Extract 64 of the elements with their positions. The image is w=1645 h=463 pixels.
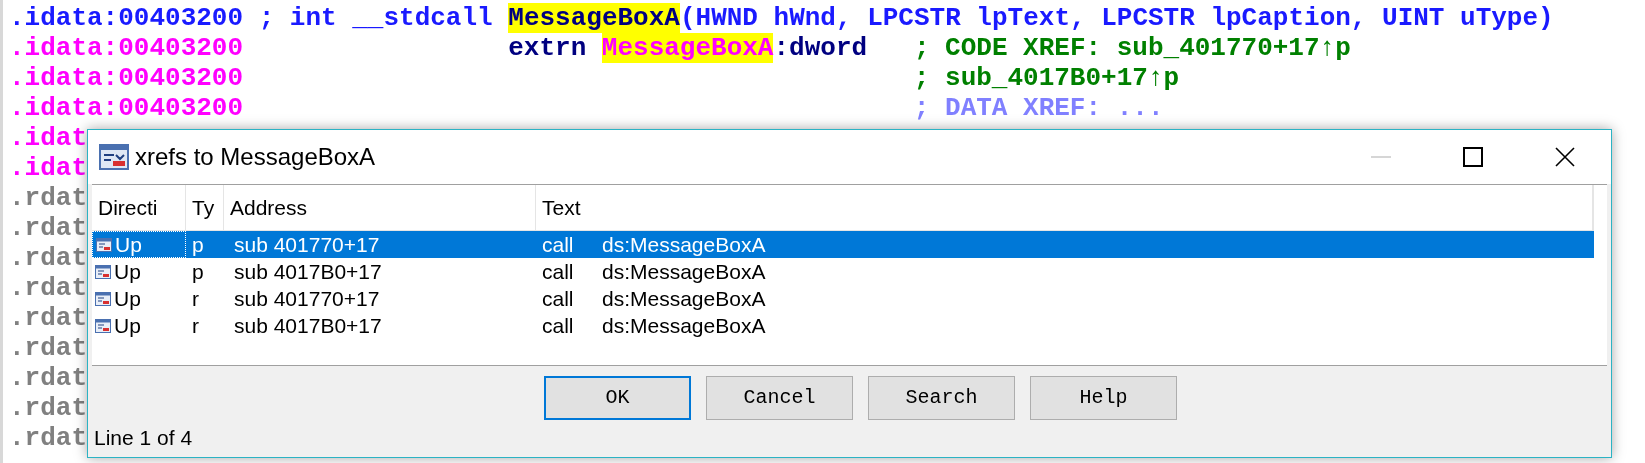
column-header[interactable]: Ty — [192, 191, 215, 224]
direction-text: Up — [114, 312, 141, 339]
address-text: sub 4017B0+17 — [234, 258, 382, 285]
code-text: (HWND hWnd, LPCSTR lpText, LPCSTR lpCaption, UINT uType) — [679, 3, 1554, 33]
cross-reference-icon — [95, 291, 111, 306]
operand-text: ds:MessageBoxA — [602, 258, 766, 285]
xref-row[interactable]: Up r sub 4017B0+17 call ds:MessageBoxA — [92, 312, 1594, 339]
function-name: MessageBoxA — [508, 3, 680, 33]
close-icon[interactable] — [1555, 147, 1575, 167]
cross-reference-icon — [96, 237, 112, 252]
instruction-text: call — [542, 231, 574, 258]
address-text: sub 4017B0+17 — [234, 312, 382, 339]
operand-text: :dword — [773, 33, 868, 63]
type-text: r — [192, 285, 199, 312]
address-text: sub 401770+17 — [234, 231, 380, 258]
instruction-text: call — [542, 258, 574, 285]
address-text: .idat — [9, 123, 87, 153]
cross-reference-icon — [95, 264, 111, 279]
dialog-button[interactable]: Cancel — [706, 376, 853, 420]
column-header[interactable]: Directi — [98, 191, 158, 224]
address-text: .rdat — [9, 273, 87, 303]
address-text: .rdat — [9, 183, 87, 213]
dialog-button[interactable]: Search — [868, 376, 1015, 420]
code-text: ; int __stdcall — [258, 3, 493, 33]
maximize-icon[interactable] — [1463, 147, 1483, 167]
address-text: .idat — [9, 153, 87, 183]
cross-reference-icon — [99, 144, 129, 170]
operand-text: ds:MessageBoxA — [602, 312, 766, 339]
address-text: .rdat — [9, 393, 87, 423]
xref-row[interactable]: Up r sub 401770+17 call ds:MessageBoxA — [92, 285, 1594, 312]
address-text: sub 401770+17 — [234, 285, 380, 312]
operand-text: ds:MessageBoxA — [602, 285, 766, 312]
cross-reference-icon — [95, 318, 111, 333]
type-text: p — [192, 258, 204, 285]
dialog-button[interactable]: Help — [1030, 376, 1177, 420]
instruction-text: call — [542, 285, 574, 312]
instruction-text: call — [542, 312, 574, 339]
xref-comment: ; DATA XREF: ... — [913, 93, 1164, 123]
address-text: .rdat — [9, 213, 87, 243]
operand-text: ds:MessageBoxA — [602, 231, 766, 258]
column-header[interactable]: Address — [230, 191, 308, 224]
direction-text: Up — [114, 285, 141, 312]
xref-comment: ; sub_4017B0+17↑p — [913, 63, 1180, 93]
address-text: .idata:00403200 — [9, 3, 244, 33]
address-text: .rdat — [9, 303, 87, 333]
xref-comment: ; CODE XREF: sub_401770+17↑p — [913, 33, 1351, 63]
address-text: .rdat — [9, 423, 87, 453]
type-text: p — [192, 231, 204, 258]
window-title: xrefs to MessageBoxA — [135, 142, 376, 172]
direction-text: Up — [114, 258, 141, 285]
direction-text: Up — [115, 231, 142, 258]
address-text: .idata:00403200 — [9, 93, 244, 123]
dialog-button[interactable]: OK — [544, 376, 691, 420]
address-text: .rdat — [9, 363, 87, 393]
status-text: Line 1 of 4 — [94, 425, 193, 449]
column-header[interactable]: Text — [542, 191, 581, 224]
address-text: .idata:00403200 — [9, 63, 244, 93]
xref-row[interactable]: Up p sub 4017B0+17 call ds:MessageBoxA — [92, 258, 1594, 285]
address-text: .rdat — [9, 333, 87, 363]
xref-row[interactable]: Up p sub 401770+17 call ds:MessageBoxA — [92, 231, 1594, 258]
address-text: .rdat — [9, 243, 87, 273]
address-text: .idata:00403200 — [9, 33, 244, 63]
keyword-text: extrn — [508, 33, 587, 63]
type-text: r — [192, 312, 199, 339]
